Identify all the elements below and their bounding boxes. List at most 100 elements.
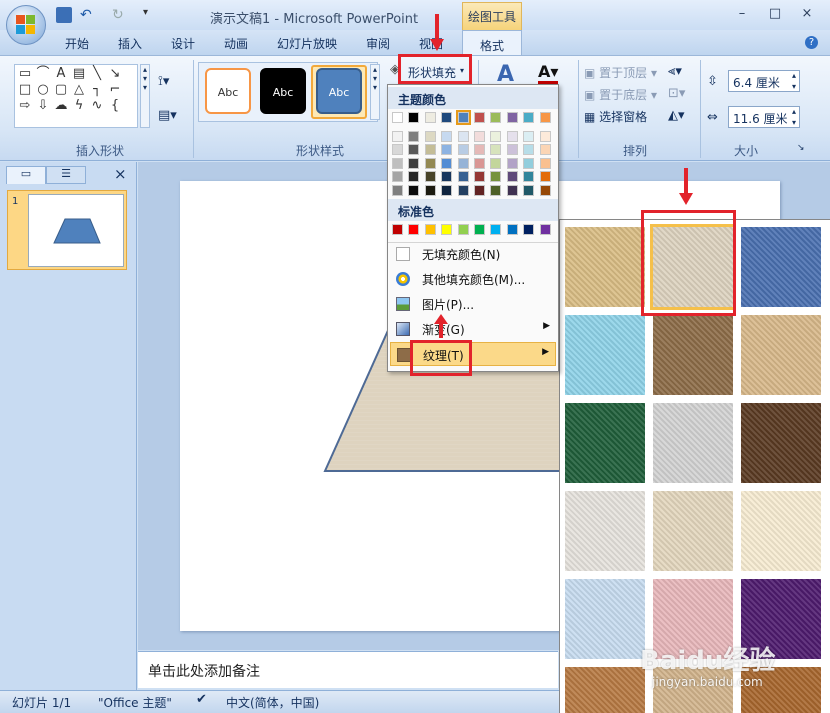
theme-shade-swatch[interactable] — [490, 157, 502, 169]
styles-gallery-scroll[interactable]: ▴ ▾ ▾ — [370, 64, 380, 120]
standard-color-swatch[interactable] — [424, 224, 436, 235]
theme-shade-swatch[interactable] — [408, 171, 420, 183]
shape-height-input[interactable]: 6.4 厘米 — [728, 70, 800, 92]
theme-color-swatch[interactable] — [441, 112, 453, 123]
shape-style-black[interactable]: Abc — [260, 68, 306, 114]
theme-shade-swatch[interactable] — [523, 184, 535, 196]
theme-shade-swatch[interactable] — [457, 131, 469, 142]
theme-shade-swatch[interactable] — [506, 131, 518, 142]
notes-pane[interactable]: 单击此处添加备注 — [138, 651, 558, 688]
theme-shade-swatch[interactable] — [490, 131, 502, 142]
more-fill-colors-item[interactable]: 其他填充颜色(M)... — [390, 267, 556, 291]
texture-tile[interactable] — [565, 667, 645, 713]
theme-color-swatch[interactable] — [539, 112, 551, 123]
texture-tile[interactable] — [653, 403, 733, 483]
shape-style-blue[interactable]: Abc — [316, 68, 362, 114]
save-icon[interactable] — [56, 7, 72, 23]
standard-color-swatch[interactable] — [474, 224, 485, 235]
rectangle-icon[interactable]: □ — [16, 82, 34, 98]
theme-shade-swatch[interactable] — [441, 184, 453, 196]
cloud-icon[interactable]: ☁ — [52, 98, 70, 114]
close-panel-icon[interactable]: × — [114, 165, 127, 183]
tab-review[interactable]: 审阅 — [366, 35, 390, 52]
triangle-icon[interactable]: △ — [70, 82, 88, 98]
brace-icon[interactable]: { — [106, 98, 124, 114]
theme-color-swatch[interactable] — [523, 112, 535, 123]
theme-shade-swatch[interactable] — [474, 157, 485, 169]
theme-shade-swatch[interactable] — [457, 184, 469, 196]
no-fill-item[interactable]: 无填充颜色(N) — [390, 242, 556, 266]
texture-tile[interactable] — [565, 579, 645, 659]
theme-shade-swatch[interactable] — [424, 184, 436, 196]
send-back-button[interactable]: ▣ 置于底层 ▾ — [584, 86, 657, 103]
theme-shade-swatch[interactable] — [506, 171, 518, 183]
standard-color-swatch[interactable] — [490, 224, 502, 235]
textbox-insert-icon[interactable]: ▤▾ — [158, 108, 177, 123]
elbow-connector-icon[interactable]: ┐ — [88, 82, 106, 98]
theme-shade-swatch[interactable] — [539, 144, 551, 156]
textbox-shape-icon[interactable]: ▭ — [16, 66, 34, 82]
theme-shade-swatch[interactable] — [474, 184, 485, 196]
tab-home[interactable]: 开始 — [65, 35, 89, 52]
theme-shade-swatch[interactable] — [408, 144, 420, 156]
language-status[interactable]: 中文(简体，中国) — [226, 694, 319, 711]
theme-shade-swatch[interactable] — [392, 184, 403, 196]
standard-color-swatch[interactable] — [457, 224, 469, 235]
text-fill-icon[interactable]: A▾ — [538, 62, 559, 85]
theme-shade-swatch[interactable] — [457, 157, 469, 169]
help-icon[interactable]: ? — [805, 36, 818, 49]
shape-style-orange-outline[interactable]: Abc — [205, 68, 251, 114]
customize-qat-icon[interactable]: ▾ — [143, 7, 159, 23]
standard-color-swatch[interactable] — [408, 224, 420, 235]
shapes-gallery-scroll[interactable]: ▴ ▾ ▾ — [140, 64, 150, 128]
slide-thumbnail[interactable] — [28, 194, 124, 267]
selection-pane-button[interactable]: ▦ 选择窗格 — [584, 108, 647, 125]
theme-shade-swatch[interactable] — [506, 157, 518, 169]
texture-tile[interactable] — [565, 403, 645, 483]
theme-shade-swatch[interactable] — [506, 144, 518, 156]
line-icon[interactable]: ╲ — [88, 66, 106, 82]
down-arrow-icon[interactable]: ⇩ — [34, 98, 52, 114]
theme-color-swatch[interactable] — [506, 112, 518, 123]
height-spinner-icon[interactable]: ▴ ▾ — [792, 70, 796, 92]
texture-tile[interactable] — [741, 403, 821, 483]
standard-color-swatch[interactable] — [523, 224, 535, 235]
group-icon[interactable]: ⊡▾ — [668, 86, 685, 101]
theme-shade-swatch[interactable] — [490, 144, 502, 156]
curved-connector-icon[interactable]: ⌐ — [106, 82, 124, 98]
shapes-gallery[interactable]: ▭ ⌒ A ▤ ╲ ↘ □ ○ ▢ △ ┐ ⌐ ⇨ ⇩ ☁ ϟ ∿ { — [14, 64, 138, 128]
theme-shade-swatch[interactable] — [424, 131, 436, 142]
redo-icon[interactable]: ↻ — [112, 7, 128, 23]
vertical-text-icon[interactable]: ▤ — [70, 66, 88, 82]
theme-color-swatch[interactable] — [455, 110, 471, 125]
theme-shade-swatch[interactable] — [441, 171, 453, 183]
textbox-a-icon[interactable]: A — [52, 66, 70, 82]
theme-color-swatch[interactable] — [392, 112, 403, 123]
texture-tile[interactable] — [653, 491, 733, 571]
width-spinner-icon[interactable]: ▴ ▾ — [792, 106, 796, 128]
undo-icon[interactable]: ↶ — [80, 7, 96, 23]
theme-color-swatch[interactable] — [490, 112, 502, 123]
theme-shade-swatch[interactable] — [523, 144, 535, 156]
theme-shade-swatch[interactable] — [539, 184, 551, 196]
theme-shade-swatch[interactable] — [408, 131, 420, 142]
theme-shade-swatch[interactable] — [392, 171, 403, 183]
texture-tile[interactable] — [565, 491, 645, 571]
gradient-fill-item[interactable]: 渐变(G) ▶ — [390, 317, 556, 341]
texture-tile[interactable] — [565, 227, 645, 307]
texture-tile[interactable] — [565, 315, 645, 395]
curve-icon[interactable]: ∿ — [88, 98, 106, 114]
standard-color-swatch[interactable] — [539, 224, 551, 235]
theme-shade-swatch[interactable] — [490, 184, 502, 196]
theme-shade-swatch[interactable] — [474, 144, 485, 156]
theme-color-swatch[interactable] — [408, 112, 420, 123]
tab-animations[interactable]: 动画 — [224, 35, 248, 52]
theme-color-swatch[interactable] — [424, 112, 436, 123]
minimize-button[interactable]: – — [733, 6, 751, 22]
theme-shade-swatch[interactable] — [539, 157, 551, 169]
edit-shape-icon[interactable]: ⟟▾ — [158, 74, 169, 89]
theme-shade-swatch[interactable] — [523, 131, 535, 142]
shape-width-input[interactable]: 11.6 厘米 — [728, 106, 800, 128]
restore-button[interactable]: □ — [766, 6, 784, 22]
texture-tile[interactable] — [741, 315, 821, 395]
